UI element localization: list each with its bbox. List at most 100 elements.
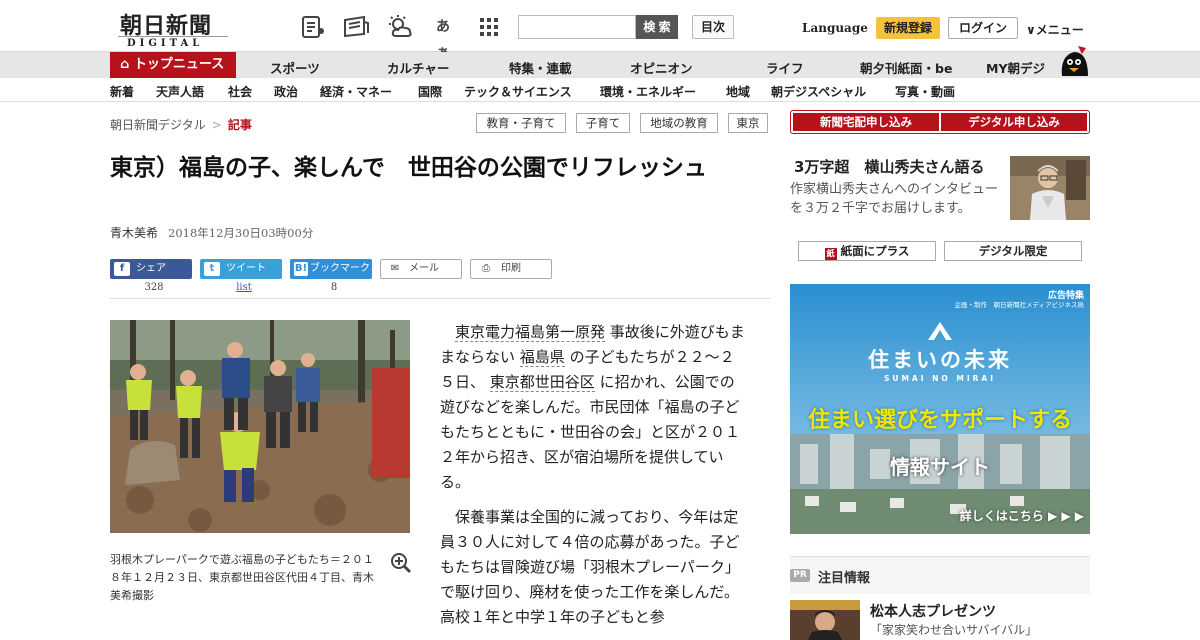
- article-photo[interactable]: [110, 320, 410, 533]
- global-nav: ⌂ トップニュース スポーツ カルチャー 特集・連載 オピニオン ライフ 朝夕刊…: [0, 52, 1200, 78]
- subnav-item-region[interactable]: 地域: [726, 83, 750, 100]
- weather-icon[interactable]: [386, 14, 412, 40]
- subnav-item-politics[interactable]: 政治: [274, 83, 298, 100]
- tweet-label: ツイート: [226, 263, 266, 274]
- logo-divider: [118, 36, 228, 37]
- site-header: 朝日新聞 DIGITAL あぁ 検 索 目次 Language 新規登録 ログイ…: [0, 0, 1200, 61]
- menu-label: メニュー: [1035, 23, 1084, 37]
- keyword-link[interactable]: 福島県: [519, 348, 565, 367]
- site-logo[interactable]: 朝日新聞 DIGITAL: [112, 8, 228, 49]
- ad-sponsor: 企画・制作 朝日新聞社メディアビジネス局: [954, 301, 1084, 309]
- twitter-share-button[interactable]: t ツイート: [200, 259, 282, 279]
- subnav-item-international[interactable]: 国際: [418, 83, 442, 100]
- promo-title: 3万字超 横山秀夫さん語る: [794, 158, 985, 176]
- subnav-item-special[interactable]: 朝デジスペシャル: [771, 83, 866, 100]
- logo-sub-text: DIGITAL: [127, 38, 204, 49]
- article-body: 東京電力福島第一原発 事故後に外遊びもままならない 福島県 の子どもたちが２２～…: [440, 320, 746, 640]
- mail-icon: ✉: [390, 263, 400, 274]
- news-list-icon[interactable]: [300, 14, 326, 40]
- facebook-icon: f: [114, 262, 130, 276]
- promo-image: [1010, 156, 1090, 220]
- keyword-link[interactable]: 東京電力福島第一原発: [455, 323, 606, 342]
- nav-item-top-news[interactable]: ⌂ トップニュース: [110, 52, 236, 78]
- paper-plus-icon: 紙: [824, 248, 837, 260]
- facebook-count: 328: [144, 282, 164, 293]
- mascot-icon: [1056, 42, 1092, 78]
- pr-badge: PR: [790, 569, 810, 582]
- font-size-icon[interactable]: あぁ: [430, 14, 456, 61]
- subnav-item-economy[interactable]: 経済・マネー: [320, 83, 392, 100]
- apps-grid-icon[interactable]: [476, 14, 502, 40]
- delivery-signup-button[interactable]: 新聞宅配申し込み: [793, 113, 939, 131]
- paper-plus-button[interactable]: 紙紙面にプラス: [798, 241, 936, 261]
- tag-tokyo[interactable]: 東京: [728, 113, 768, 133]
- breadcrumb-current: 記事: [227, 118, 252, 132]
- zoom-icon[interactable]: [390, 552, 412, 574]
- subnav-item-environment[interactable]: 環境・エネルギー: [600, 83, 696, 100]
- search-input[interactable]: [518, 15, 636, 39]
- digital-signup-button[interactable]: デジタル申し込み: [941, 113, 1087, 131]
- publish-date: 2018年12月30日03時00分: [168, 226, 314, 240]
- nav-item-features[interactable]: 特集・連載: [509, 58, 572, 77]
- advertisement-banner[interactable]: 広告特集 企画・制作 朝日新聞社メディアビジネス局 住まいの未来 SUMAI N…: [790, 284, 1090, 534]
- byline: 青木美希 2018年12月30日03時00分: [110, 224, 313, 241]
- ad-main-title-en: SUMAI NO MIRAI: [883, 374, 997, 383]
- mail-button[interactable]: ✉ メール: [380, 259, 462, 279]
- tag-education[interactable]: 教育・子育て: [476, 113, 566, 133]
- ad-cta[interactable]: 詳しくはこちら ▶ ▶ ▶: [960, 507, 1084, 524]
- nav-item-opinion[interactable]: オピニオン: [630, 58, 693, 77]
- divider: [110, 298, 770, 299]
- paragraph: 保養事業は全国的に減っており、今年は定員３０人に対して４倍の応募があった。子ども…: [440, 508, 740, 626]
- breadcrumb-home[interactable]: 朝日新聞デジタル: [110, 118, 206, 132]
- pr-section-header: PR 注目情報: [790, 556, 1090, 594]
- twitter-icon: t: [204, 262, 220, 276]
- tag-local-education[interactable]: 地域の教育: [640, 113, 718, 133]
- promo-card[interactable]: 3万字超 横山秀夫さん語る 作家横山秀夫さんへのインタビューを３万２千字でお届け…: [790, 152, 1090, 222]
- pr-heading: 注目情報: [818, 571, 871, 586]
- sub-nav: 新着 天声人語 社会 政治 経済・マネー 国際 テック＆サイエンス 環境・エネル…: [0, 78, 1200, 102]
- language-link[interactable]: Language: [802, 21, 868, 35]
- nav-item-my-asahi[interactable]: MY朝デジ: [986, 58, 1045, 77]
- hatena-bookmark-button[interactable]: B! ブックマーク: [290, 259, 372, 279]
- digital-only-button[interactable]: デジタル限定: [944, 241, 1082, 261]
- register-button[interactable]: 新規登録: [876, 17, 940, 39]
- house-logo-icon: [926, 320, 954, 342]
- home-icon: ⌂: [120, 57, 134, 72]
- facebook-share-button[interactable]: f シェア: [110, 259, 192, 279]
- subnav-item-society[interactable]: 社会: [228, 83, 252, 100]
- subnav-item-latest[interactable]: 新着: [110, 83, 134, 100]
- pr-item-title[interactable]: 松本人志プレゼンツ: [870, 601, 996, 621]
- hatena-icon: B!: [294, 262, 308, 276]
- nav-item-newspaper[interactable]: 朝夕刊紙面・be: [860, 58, 952, 77]
- nav-item-label: トップニュース: [133, 57, 225, 72]
- nav-item-life[interactable]: ライフ: [766, 58, 804, 77]
- login-button[interactable]: ログイン: [948, 17, 1018, 39]
- keyword-link[interactable]: 東京都世田谷区: [489, 373, 595, 392]
- subnav-item-photo-video[interactable]: 写真・動画: [895, 83, 955, 100]
- subnav-item-tech-science[interactable]: テック＆サイエンス: [464, 83, 572, 100]
- bookmark-label: ブックマーク: [310, 263, 370, 274]
- pr-item-image[interactable]: [790, 600, 860, 640]
- subnav-item-tensei-jingo[interactable]: 天声人語: [156, 83, 204, 100]
- ad-headline: 住まい選びをサポートする: [807, 408, 1072, 433]
- nav-item-sports[interactable]: スポーツ: [270, 58, 320, 77]
- menu-button[interactable]: ∨メニュー: [1026, 21, 1084, 38]
- tag-childcare[interactable]: 子育て: [576, 113, 630, 133]
- ad-subline: 情報サイト: [890, 455, 990, 479]
- chevron-down-icon: ∨: [1026, 23, 1036, 37]
- twitter-list-link[interactable]: list: [204, 282, 284, 293]
- paragraph: 東京電力福島第一原発 事故後に外遊びもままならない 福島県 の子どもたちが２２～…: [440, 320, 746, 495]
- mail-label: メール: [409, 263, 439, 274]
- print-label: 印刷: [501, 263, 521, 274]
- article-title: 東京）福島の子、楽しんで 世田谷の公園でリフレッシュ: [110, 155, 707, 181]
- print-icon: ⎙: [482, 263, 490, 274]
- ad-main-title: 住まいの未来: [868, 348, 1012, 372]
- subscribe-buttons: 新聞宅配申し込み デジタル申し込み: [790, 110, 1090, 134]
- toc-button[interactable]: 目次: [692, 15, 734, 39]
- photo-caption: 羽根木プレーパークで遊ぶ福島の子どもたち＝２０１８年１２月２３日、東京都世田谷区…: [110, 553, 374, 602]
- nav-item-culture[interactable]: カルチャー: [387, 58, 449, 77]
- newspaper-icon[interactable]: [342, 14, 369, 40]
- search-button[interactable]: 検 索: [636, 15, 678, 39]
- hatena-count: 8: [330, 282, 338, 293]
- print-button[interactable]: ⎙ 印刷: [470, 259, 552, 279]
